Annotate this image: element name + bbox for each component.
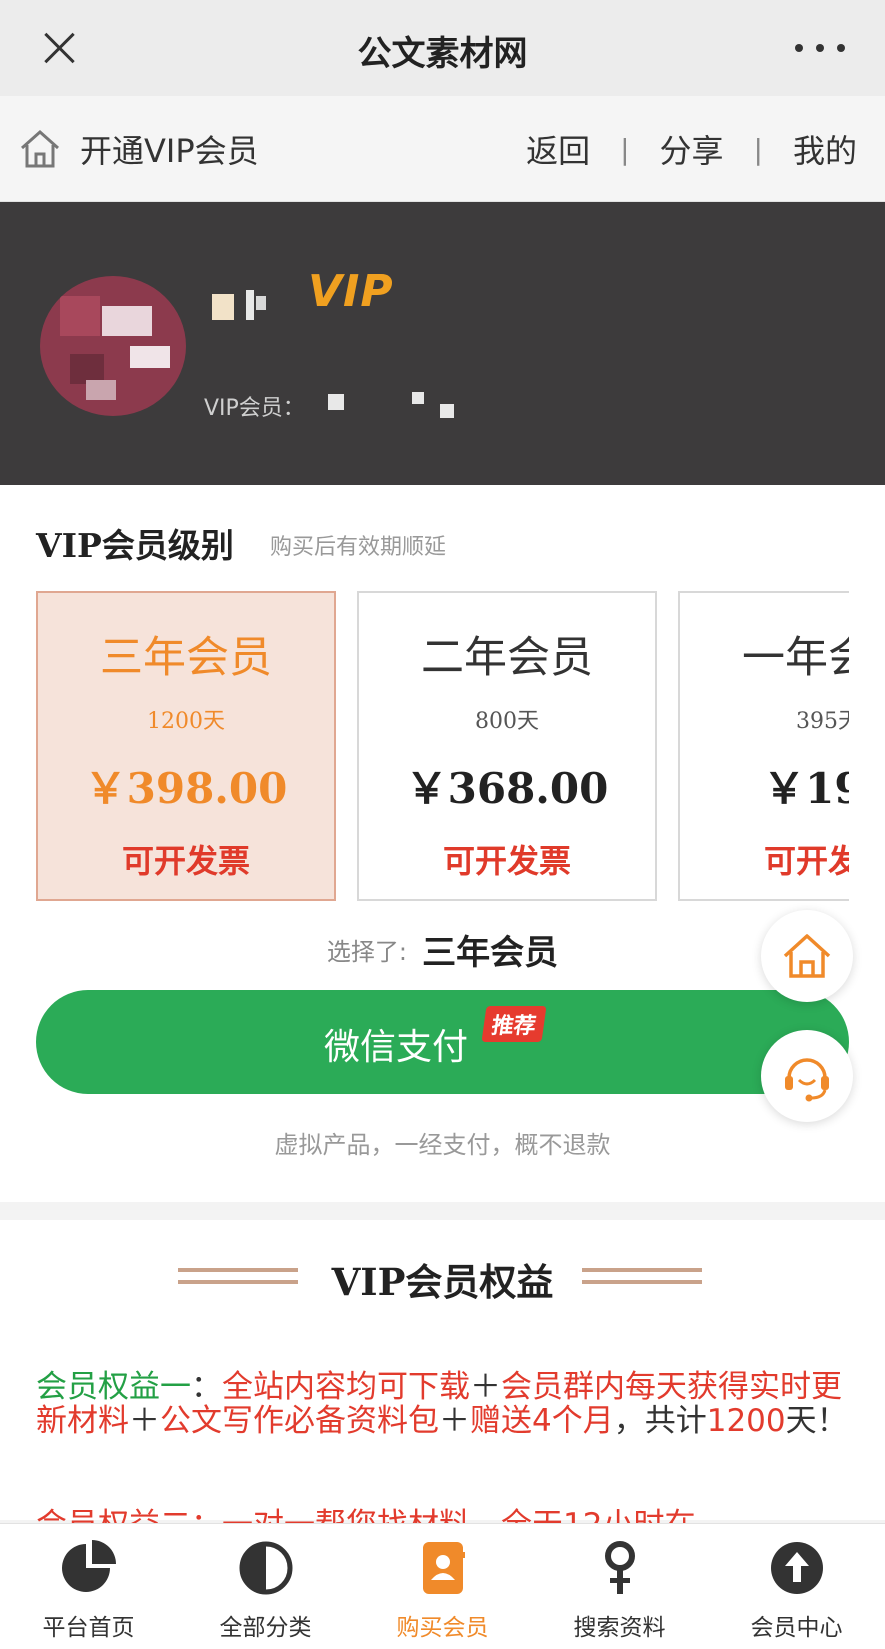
nav-links: 返回 | 分享 | 我的	[526, 126, 857, 172]
title-decoration-right	[582, 1268, 702, 1290]
tab-categories[interactable]: 全部分类	[177, 1524, 354, 1649]
home-icon[interactable]	[18, 126, 62, 170]
plan-card-three-year[interactable]: 三年会员 1200天 ￥398.00 可开发票	[36, 591, 336, 901]
selected-plan: 选择了: 三年会员	[0, 925, 885, 974]
section-subtitle: 购买后有效期顺延	[270, 535, 447, 560]
plan-name: 一年会员	[742, 633, 849, 683]
share-link[interactable]: 分享	[660, 126, 724, 172]
more-options-icon[interactable]	[795, 30, 845, 66]
plan-name: 三年会员	[100, 633, 272, 683]
tab-buy-vip[interactable]: 购买会员	[354, 1524, 531, 1649]
vip-member-label: VIP会员：	[204, 396, 305, 421]
plan-name: 二年会员	[421, 633, 593, 683]
home-icon	[783, 934, 831, 978]
mine-link[interactable]: 我的	[793, 126, 857, 172]
contact-book-icon	[422, 1542, 465, 1594]
wechat-pay-button[interactable]: 微信支付 推荐	[36, 990, 849, 1094]
plan-invoice: 可开发票	[121, 842, 250, 880]
blurred-date	[440, 404, 454, 418]
plan-price: ￥368.00	[405, 764, 609, 813]
upload-circle-icon	[770, 1542, 823, 1594]
vip-badge: VIP	[308, 266, 394, 317]
plan-days: 395天	[796, 709, 849, 734]
tab-home[interactable]: 平台首页	[0, 1524, 177, 1649]
plan-days: 800天	[475, 709, 539, 734]
customer-service-icon	[785, 1058, 829, 1102]
nav-bar: 开通VIP会员 返回 | 分享 | 我的	[0, 96, 885, 202]
window-title: 公文素材网	[357, 34, 528, 74]
plan-invoice: 可开发票	[442, 842, 571, 880]
blurred-date	[328, 394, 344, 410]
divider: |	[753, 132, 763, 166]
plan-cards: 三年会员 1200天 ￥398.00 可开发票 二年会员 800天 ￥368.0…	[36, 591, 849, 903]
plan-days: 1200天	[147, 709, 225, 734]
plan-card-one-year[interactable]: 一年会员 395天 ￥198 可开发票	[678, 591, 849, 901]
plan-price: ￥398.00	[84, 764, 288, 813]
vip-member-line: VIP会员：	[204, 390, 305, 422]
benefit-item-1: 会员权益一：全站内容均可下载＋会员群内每天获得实时更新材料＋公文写作必备资料包＋…	[36, 1369, 848, 1439]
blurred-date	[412, 392, 424, 404]
plan-price: ￥198	[763, 764, 849, 813]
user-name-blurred	[212, 290, 274, 320]
float-home-button[interactable]	[761, 910, 853, 1002]
selected-value: 三年会员	[422, 933, 559, 973]
tab-search[interactable]: 搜索资料	[531, 1524, 708, 1649]
plan-card-two-year[interactable]: 二年会员 800天 ￥368.00 可开发票	[357, 591, 657, 901]
plan-invoice: 可开发票	[763, 842, 849, 880]
benefits-title: VIP会员权益	[331, 1260, 554, 1304]
refund-disclaimer: 虚拟产品，一经支付，概不退款	[274, 1131, 611, 1159]
float-service-button[interactable]	[761, 1030, 853, 1122]
page-title: 开通VIP会员	[80, 132, 259, 170]
pay-button-label: 微信支付	[323, 1027, 468, 1068]
tab-member-center[interactable]: 会员中心	[708, 1524, 885, 1649]
divider: |	[620, 132, 630, 166]
recommend-tag: 推荐	[481, 1006, 547, 1042]
profile-header: VIP VIP会员：	[0, 202, 885, 485]
contrast-icon	[239, 1541, 292, 1595]
pie-chart-icon	[61, 1540, 116, 1592]
bottom-tab-bar: 平台首页 全部分类 购买会员 搜索资料 会员中心	[0, 1523, 885, 1649]
section-title: VIP会员级别	[36, 526, 234, 565]
pin-icon	[604, 1541, 635, 1594]
avatar	[40, 276, 186, 416]
vip-levels-section: VIP会员级别 购买后有效期顺延 三年会员 1200天 ￥398.00 可开发票…	[0, 485, 885, 1202]
title-bar: 公文素材网	[0, 0, 885, 96]
back-link[interactable]: 返回	[526, 126, 590, 172]
selected-label: 选择了:	[326, 938, 407, 966]
benefits-section: VIP会员权益 会员权益一：全站内容均可下载＋会员群内每天获得实时更新材料＋公文…	[0, 1220, 885, 1520]
